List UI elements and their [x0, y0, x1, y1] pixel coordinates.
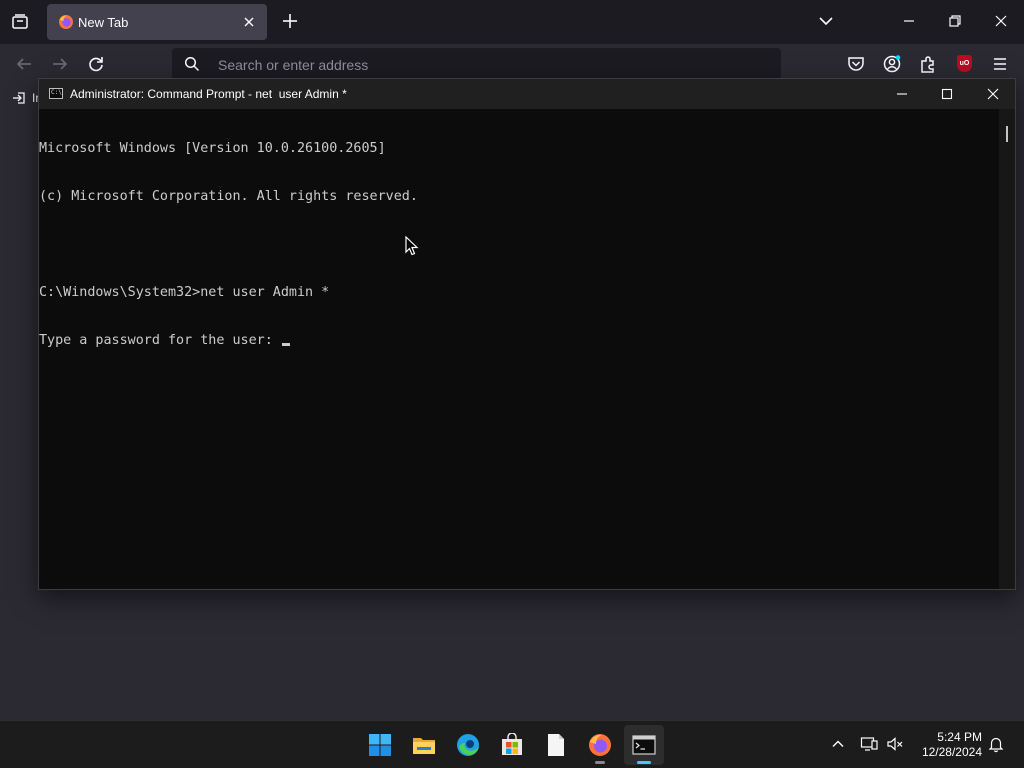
- store-icon: [502, 733, 522, 755]
- firefox-logo-icon: [59, 15, 73, 29]
- console-line: (c) Microsoft Corporation. All rights re…: [39, 189, 418, 204]
- show-hidden-icons-chevron-icon[interactable]: [829, 735, 847, 753]
- running-indicator: [595, 761, 605, 764]
- document-icon: [548, 734, 564, 756]
- firefox-icon: [589, 734, 611, 756]
- command-prompt-window[interactable]: C:\ Administrator: Command Prompt - net …: [38, 78, 1016, 590]
- console-input-line[interactable]: Type a password for the user:: [39, 333, 999, 349]
- console-line: Microsoft Windows [Version 10.0.26100.26…: [39, 141, 386, 156]
- start-button[interactable]: [360, 725, 400, 765]
- volume-muted-icon[interactable]: [886, 735, 904, 753]
- close-window-icon[interactable]: [990, 10, 1012, 32]
- extensions-icon[interactable]: [916, 52, 940, 76]
- search-icon: [184, 56, 200, 72]
- command-prompt-taskbar-button[interactable]: [624, 725, 664, 765]
- cmd-close-icon[interactable]: [982, 83, 1004, 105]
- account-icon[interactable]: [880, 52, 904, 76]
- forward-arrow-icon[interactable]: [49, 53, 71, 75]
- active-indicator: [637, 761, 651, 764]
- windows-logo-icon: [369, 734, 391, 756]
- notepad-button[interactable]: [536, 725, 576, 765]
- tab-title: New Tab: [78, 15, 129, 30]
- back-arrow-icon[interactable]: [13, 53, 35, 75]
- close-tab-icon[interactable]: [239, 12, 259, 32]
- edge-button[interactable]: [448, 725, 488, 765]
- tab-new-tab[interactable]: New Tab: [47, 4, 267, 40]
- new-tab-plus-icon[interactable]: [279, 10, 301, 32]
- microsoft-store-button[interactable]: [492, 725, 532, 765]
- url-input[interactable]: [216, 54, 740, 76]
- clock-time: 5:24 PM: [937, 730, 982, 744]
- clock-date: 12/28/2024: [921, 745, 982, 759]
- import-icon: [13, 92, 25, 104]
- reload-icon[interactable]: [85, 53, 107, 75]
- file-explorer-button[interactable]: [404, 725, 444, 765]
- address-bar[interactable]: [172, 48, 781, 80]
- console-scrollbar[interactable]: [999, 109, 1015, 589]
- password-prompt: Type a password for the user:: [39, 333, 281, 348]
- scrollbar-thumb[interactable]: [1006, 126, 1008, 142]
- notification-bell-icon[interactable]: [987, 735, 1005, 753]
- menu-hamburger-icon[interactable]: [988, 52, 1012, 76]
- cmd-window-title: Administrator: Command Prompt - net user…: [70, 87, 347, 101]
- console-output[interactable]: Microsoft Windows [Version 10.0.26100.26…: [39, 109, 999, 589]
- terminal-icon: [632, 735, 656, 755]
- tab-list-icon[interactable]: [8, 10, 32, 34]
- folder-icon: [413, 738, 435, 754]
- firefox-taskbar-button[interactable]: [580, 725, 620, 765]
- restore-icon[interactable]: [944, 10, 966, 32]
- text-cursor: [281, 343, 290, 346]
- console-line: C:\Windows\System32>net user Admin *: [39, 285, 330, 300]
- minimize-icon[interactable]: [898, 10, 920, 32]
- mouse-pointer-icon: [405, 236, 419, 256]
- edge-icon: [457, 734, 479, 756]
- pocket-icon[interactable]: [844, 52, 868, 76]
- system-clock[interactable]: 5:24 PM 12/28/2024: [912, 730, 982, 760]
- windows-taskbar: 5:24 PM 12/28/2024: [0, 720, 1024, 768]
- firefox-tab-bar: New Tab: [0, 0, 1024, 44]
- cmd-maximize-icon[interactable]: [936, 83, 958, 105]
- list-all-tabs-chevron-icon[interactable]: [815, 10, 837, 32]
- cmd-minimize-icon[interactable]: [891, 83, 913, 105]
- cmd-title-bar[interactable]: C:\ Administrator: Command Prompt - net …: [39, 79, 1015, 109]
- import-bookmarks-button[interactable]: Ir: [12, 90, 39, 106]
- ublock-origin-icon[interactable]: uO: [957, 55, 972, 72]
- cmd-app-icon: C:\: [49, 88, 63, 99]
- network-icon[interactable]: [860, 735, 878, 753]
